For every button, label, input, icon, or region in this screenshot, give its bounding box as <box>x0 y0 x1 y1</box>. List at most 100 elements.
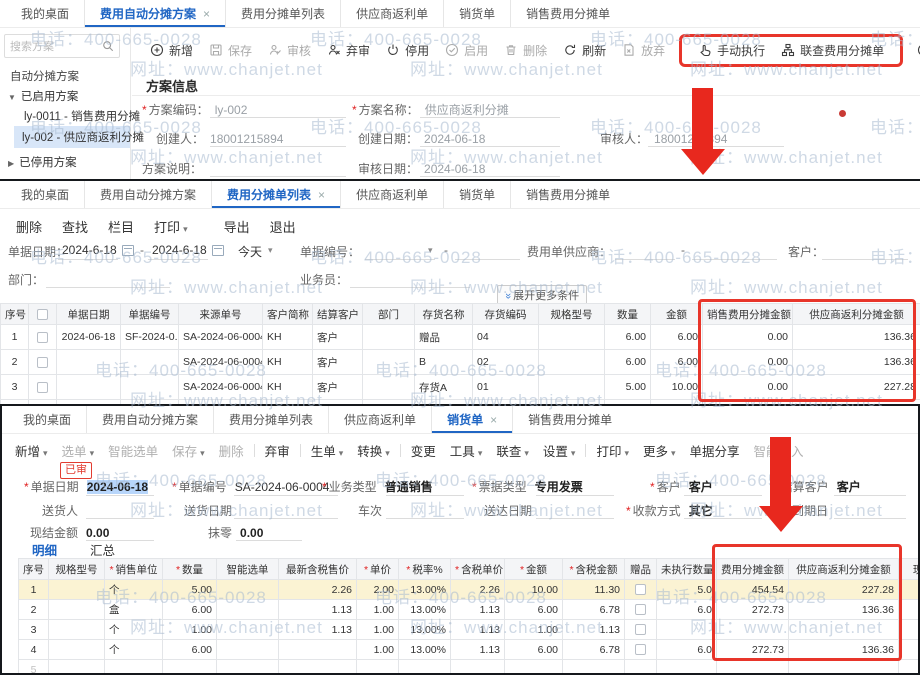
scheme-code-field[interactable]: *方案编码：ly-002 <box>142 101 247 118</box>
row-checkbox[interactable] <box>37 357 48 368</box>
table-row[interactable]: 5 <box>19 660 920 674</box>
row-checkbox[interactable] <box>635 624 646 635</box>
tab[interactable]: 供应商返利单 <box>328 406 431 433</box>
menu-item[interactable]: 联查▾ <box>489 441 536 460</box>
cash-amount-field[interactable]: 现结金额0.00 <box>30 524 109 541</box>
tab[interactable]: 我的桌面 <box>6 181 84 208</box>
tab-close-icon[interactable]: × <box>318 188 325 202</box>
new-button[interactable]: 新增 <box>142 42 201 59</box>
menu-item[interactable]: 生单▾ <box>304 441 351 460</box>
menu-item[interactable]: 删除 <box>212 441 251 460</box>
tab[interactable]: 我的桌面 <box>8 406 86 433</box>
row-checkbox[interactable] <box>635 584 646 595</box>
menu-item[interactable]: 查找 <box>52 217 98 236</box>
table-row[interactable]: 4个6.001.0013.00%1.136.006.786.0272.73136… <box>19 640 920 660</box>
menu-item[interactable]: 弃审 <box>258 441 297 460</box>
tab[interactable]: 费用自动分摊方案 <box>86 406 213 433</box>
delivery-date-field[interactable]: 送货日期 <box>184 502 232 519</box>
dept-input[interactable] <box>46 287 170 288</box>
bill-no-field[interactable]: *单据编号SA-2024-06-0004 <box>172 478 329 495</box>
tree-group-enabled[interactable]: ▼已启用方案 <box>8 88 78 104</box>
menu-item[interactable]: 转换▾ <box>350 441 397 460</box>
exit-button[interactable]: 退出 <box>909 42 920 59</box>
tree-item-ly-0011[interactable]: ly-0011 - 销售费用分摊 <box>24 108 140 124</box>
discard-button[interactable]: 放弃 <box>614 42 673 59</box>
tab[interactable]: 销售费用分摊单 <box>512 406 627 433</box>
date-from-input[interactable]: 2024-6-18 <box>62 243 117 257</box>
supplier-to-input[interactable] <box>692 259 777 260</box>
tab-close-icon[interactable]: × <box>203 7 210 21</box>
menu-item[interactable]: 智能选单 <box>101 441 165 460</box>
tab[interactable]: 销货单 <box>443 181 510 208</box>
search-input[interactable]: 搜索方案 <box>4 34 120 58</box>
tab[interactable]: 销售费用分摊单 <box>510 0 625 27</box>
tab[interactable]: 供应商返利单 <box>340 181 443 208</box>
date-to-input[interactable]: 2024-6-18 <box>152 243 207 257</box>
table-row[interactable]: 3个1.001.131.0013.00%1.131.001.13 <box>19 620 920 640</box>
tab-summary[interactable]: 汇总 <box>90 540 115 559</box>
tab[interactable]: 销货单 <box>443 0 510 27</box>
tab[interactable]: 我的桌面 <box>6 0 84 27</box>
tab[interactable]: 费用分摊单列表× <box>211 181 340 208</box>
customer-input[interactable] <box>822 259 908 260</box>
menu-item[interactable]: 更多▾ <box>636 441 683 460</box>
calendar-icon[interactable] <box>212 245 224 256</box>
manual-run-button[interactable]: 手动执行 <box>690 42 773 59</box>
tab-close-icon[interactable]: × <box>490 413 497 427</box>
menu-item[interactable]: 保存▾ <box>165 441 212 460</box>
scheme-name-field[interactable]: *方案名称：供应商返利分摊 <box>352 101 509 118</box>
row-checkbox[interactable] <box>635 604 646 615</box>
menu-item[interactable]: 新增▾ <box>8 441 55 460</box>
billno-to-input[interactable] <box>455 259 520 260</box>
refresh-button[interactable]: 刷新 <box>555 42 614 59</box>
tab[interactable]: 销货单× <box>431 406 512 433</box>
menu-item[interactable]: 单据分享 <box>683 441 747 460</box>
arrive-date-field[interactable]: 送达日期 <box>484 502 532 519</box>
deliverer-field[interactable]: 送货人 <box>42 502 86 519</box>
menu-item[interactable]: 删除 <box>6 217 52 236</box>
table-row[interactable]: 3SA-2024-06-0004KH客户存货A015.0010.000.0022… <box>1 375 920 400</box>
menu-item[interactable]: 选单▾ <box>55 441 102 460</box>
tab[interactable]: 费用分摊单列表 <box>213 406 328 433</box>
tab[interactable]: 供应商返利单 <box>340 0 443 27</box>
customer-field[interactable]: *客户客户 <box>650 478 713 495</box>
tab[interactable]: 费用分摊单列表 <box>225 0 340 27</box>
round-off-field[interactable]: 抹零0.00 <box>208 524 263 541</box>
view-allocation-button[interactable]: 联查费用分摊单 <box>773 42 892 59</box>
supplier-from-input[interactable] <box>615 259 675 260</box>
save-button[interactable]: 保存 <box>201 42 260 59</box>
invoice-type-field[interactable]: *票据类型专用发票 <box>472 478 583 495</box>
menu-item[interactable]: 打印▾ <box>589 441 636 460</box>
bill-date-field[interactable]: *单据日期2024-06-18 <box>24 478 148 495</box>
salesman-input[interactable] <box>350 287 470 288</box>
menu-item[interactable]: 打印▾ <box>144 217 198 236</box>
tab[interactable]: 销售费用分摊单 <box>510 181 625 208</box>
row-checkbox[interactable] <box>37 382 48 393</box>
disable-button[interactable]: 停用 <box>378 42 437 59</box>
scheme-desc-field[interactable]: 方案说明： <box>142 160 208 177</box>
audit-button[interactable]: 审核 <box>260 42 319 59</box>
payment-field[interactable]: *收款方式其它 <box>626 502 713 519</box>
menu-item[interactable]: 变更 <box>404 441 443 460</box>
tab[interactable]: 费用自动分摊方案 <box>84 181 211 208</box>
row-checkbox[interactable] <box>37 332 48 343</box>
enable-button[interactable]: 启用 <box>437 42 496 59</box>
billno-from-input[interactable] <box>365 259 435 260</box>
table-row[interactable]: 2盒6.001.131.0013.00%1.136.006.786.0272.7… <box>19 600 920 620</box>
menu-item[interactable]: 栏目 <box>98 217 144 236</box>
menu-item[interactable]: 设置▾ <box>536 441 583 460</box>
expand-more-button[interactable]: »展开更多条件 <box>497 285 587 305</box>
menu-item[interactable]: 退出 <box>260 217 306 236</box>
tab[interactable]: 费用自动分摊方案× <box>84 0 225 27</box>
select-all-checkbox[interactable] <box>37 309 48 320</box>
delete-button[interactable]: 删除 <box>496 42 555 59</box>
biz-type-field[interactable]: *业务类型普通销售 <box>322 478 433 495</box>
table-row[interactable]: 12024-06-18SF-2024-0...SA-2024-06-0004KH… <box>1 325 920 350</box>
menu-item[interactable]: 工具▾ <box>443 441 490 460</box>
menu-item[interactable]: 导出 <box>214 217 260 236</box>
table-row[interactable]: 1个5.002.262.0013.00%2.2610.0011.305.0454… <box>19 580 920 600</box>
tree-group-disabled[interactable]: ▶已停用方案 <box>8 154 77 170</box>
tree-item-ly-002[interactable]: ly-002 - 供应商返利分摊 <box>14 126 130 148</box>
row-checkbox[interactable] <box>635 644 646 655</box>
date-preset-select[interactable]: 今天 <box>238 243 262 260</box>
